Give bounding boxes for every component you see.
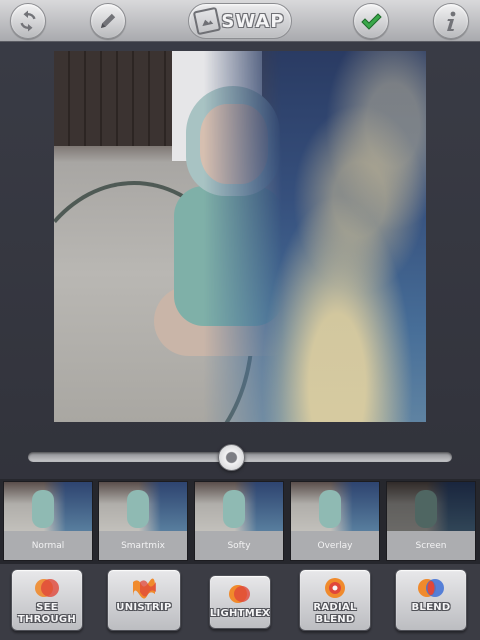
blend-slider-thumb[interactable]: [218, 444, 246, 471]
checkmark-icon: [361, 13, 382, 30]
filter-thumbnail: [387, 482, 475, 531]
blend-mode-bar: SEE THROUGH UNISTRIP LIGHTMEX RADIAL BLE…: [0, 564, 480, 640]
blend-icon: [418, 579, 444, 597]
filter-thumbnail: [291, 482, 379, 531]
filter-label: Normal: [4, 531, 92, 560]
filter-label: Overlay: [291, 531, 379, 560]
mode-radial-blend-button[interactable]: RADIAL BLEND: [299, 569, 371, 631]
brand-logo: SWAP: [188, 3, 292, 39]
filter-normal[interactable]: Normal: [3, 481, 93, 561]
filter-softy[interactable]: Softy: [194, 481, 284, 561]
filter-label: Smartmix: [99, 531, 187, 560]
refresh-button[interactable]: [10, 3, 46, 39]
filter-thumbnail: [4, 482, 92, 531]
refresh-icon: [20, 10, 36, 32]
confirm-button[interactable]: [353, 3, 389, 39]
photo-preview[interactable]: [54, 51, 426, 422]
pencil-icon: [101, 13, 116, 28]
photo-swap-icon: [193, 6, 222, 36]
mode-label: BLEND: [411, 602, 451, 613]
filter-label: Softy: [195, 531, 283, 560]
mode-unistrip-button[interactable]: UNISTRIP: [107, 569, 181, 631]
mode-label: UNISTRIP: [116, 602, 172, 613]
top-toolbar: SWAP: [0, 0, 480, 42]
fence-detail: [54, 51, 179, 146]
mode-label: RADIAL BLEND: [313, 602, 357, 625]
radial-blend-icon: [325, 578, 345, 598]
filter-smartmix[interactable]: Smartmix: [98, 481, 188, 561]
see-through-icon: [35, 579, 59, 597]
brand-text: SWAP: [221, 10, 285, 32]
lightmex-icon: [229, 585, 250, 603]
info-icon: [447, 11, 456, 31]
filter-thumbnail: [99, 482, 187, 531]
mode-label: LIGHTMEX: [209, 608, 271, 619]
filter-thumbnail: [195, 482, 283, 531]
mode-blend-button[interactable]: BLEND: [395, 569, 467, 631]
edit-button[interactable]: [90, 3, 126, 39]
filter-screen[interactable]: Screen: [386, 481, 476, 561]
mode-see-through-button[interactable]: SEE THROUGH: [11, 569, 83, 631]
sky-overlay: [204, 51, 426, 422]
info-button[interactable]: [433, 3, 469, 39]
unistrip-icon: [133, 578, 156, 599]
filter-label: Screen: [387, 531, 475, 560]
mode-lightmex-button[interactable]: LIGHTMEX: [209, 575, 271, 629]
filter-overlay[interactable]: Overlay: [290, 481, 380, 561]
mode-label: SEE THROUGH: [17, 602, 77, 625]
filter-strip: Normal Smartmix Softy Overlay Screen: [0, 479, 480, 564]
